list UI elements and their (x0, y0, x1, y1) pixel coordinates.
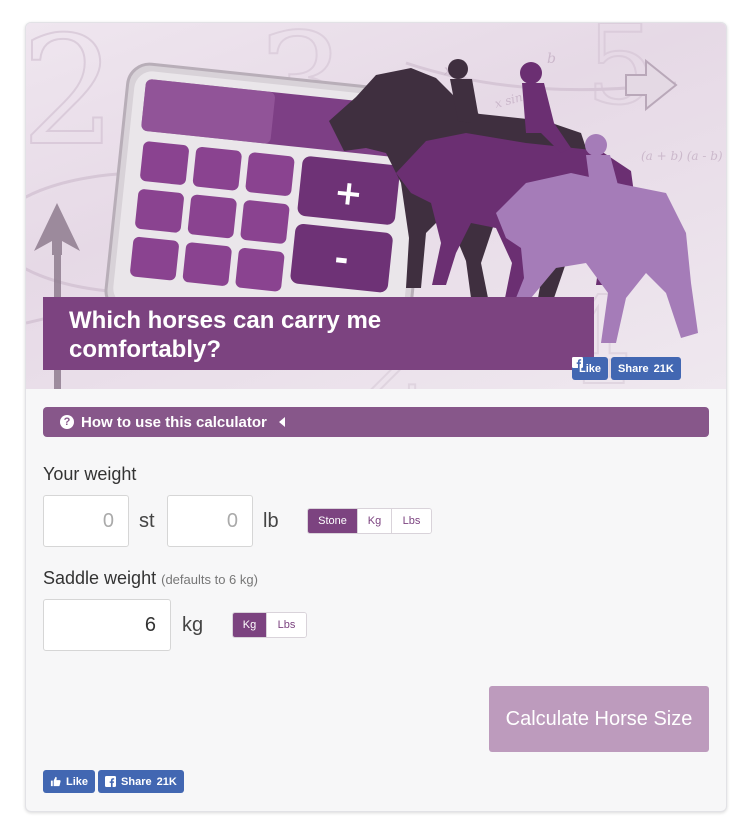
title-banner: Which horses can carry me comfortably? (43, 297, 594, 370)
saddle-unit-label: kg (182, 614, 204, 636)
saddle-weight-label: Saddle weight (defaults to 6 kg) (43, 568, 258, 589)
saddle-unit-kg-button[interactable]: Kg (233, 613, 267, 637)
facebook-share-button[interactable]: Share 21K (572, 357, 681, 380)
unit-stone-button[interactable]: Stone (308, 509, 358, 533)
saddle-unit-selector: Kg Lbs (232, 612, 307, 638)
share-count: 21K (653, 362, 674, 375)
weight-unit-selector: Stone Kg Lbs (307, 508, 432, 534)
page-title-line-2: comfortably? (69, 336, 222, 363)
svg-text:+: + (332, 172, 365, 215)
stone-unit-label: st (139, 510, 155, 532)
question-circle-icon: ? (60, 415, 74, 429)
share-label: Share (618, 362, 649, 375)
calculator-card: 2 3 5 4 2 (a + b) (a - b) x sin θ x sin … (25, 22, 727, 812)
svg-text:b: b (547, 51, 556, 67)
unit-lbs-button[interactable]: Lbs (392, 509, 431, 533)
unit-kg-button[interactable]: Kg (358, 509, 392, 533)
footer-share-label: Share (121, 775, 152, 788)
caret-left-icon (278, 417, 285, 427)
how-to-use-toggle[interactable]: ? How to use this calculator (43, 407, 709, 437)
pounds-unit-label: lb (263, 510, 279, 532)
pounds-input[interactable] (167, 495, 253, 547)
saddle-unit-lbs-button[interactable]: Lbs (267, 613, 306, 637)
facebook-icon (572, 357, 583, 368)
footer-facebook-like-button[interactable]: Like (43, 770, 96, 793)
calculate-horse-size-button[interactable]: Calculate Horse Size (489, 686, 709, 752)
svg-text:(a + b) (a - b): (a + b) (a - b) (641, 149, 723, 163)
footer-facebook-share-button[interactable]: Share 21K (98, 770, 184, 793)
saddle-weight-hint: (defaults to 6 kg) (161, 572, 258, 587)
saddle-weight-input[interactable] (43, 599, 171, 651)
svg-text:2: 2 (26, 23, 116, 179)
thumbs-up-icon (50, 776, 61, 787)
page-title-line-1: Which horses can carry me (69, 307, 382, 334)
your-weight-label: Your weight (43, 464, 137, 484)
hero-image: 2 3 5 4 2 (a + b) (a - b) x sin θ x sin … (26, 23, 726, 389)
footer-share-count: 21K (156, 775, 177, 788)
page-title: Which horses can carry me comfortably? (69, 306, 568, 364)
how-to-use-label: How to use this calculator (81, 413, 267, 431)
saddle-weight-title: Saddle weight (43, 568, 157, 588)
facebook-icon (105, 776, 117, 787)
stone-input[interactable] (43, 495, 129, 547)
hero-social-buttons: Like Share 21K (572, 357, 681, 380)
footer-like-label: Like (66, 775, 89, 788)
footer-social-buttons: Like Share 21K (43, 770, 184, 793)
svg-text:x sin: x sin (493, 90, 524, 111)
